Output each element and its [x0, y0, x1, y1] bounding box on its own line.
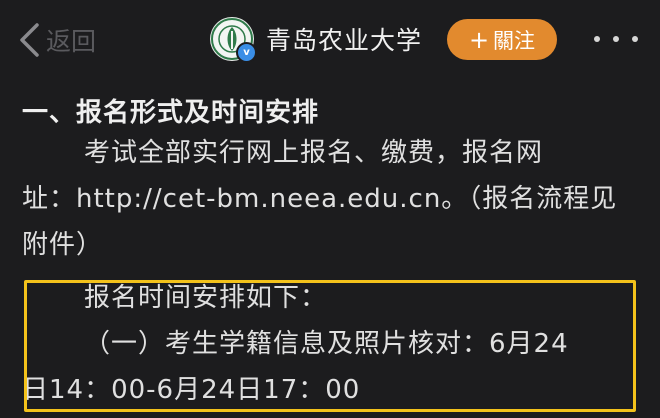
back-label: 返回 — [46, 27, 97, 56]
chevron-left-icon — [20, 23, 39, 57]
dot-icon — [632, 36, 638, 42]
verified-badge-icon: v — [236, 42, 257, 63]
registration-paragraph: 考试全部实行网上报名、缴费，报名网 址：http://cet-bm.neea.e… — [22, 130, 642, 268]
account-info[interactable]: v 青岛农业大学 — [210, 17, 423, 63]
paragraph-line: 址：http://cet-bm.neea.edu.cn。（报名流程见 — [22, 184, 618, 214]
avatar[interactable]: v — [210, 17, 257, 63]
dot-icon — [594, 36, 600, 42]
section-heading: 一、报名形式及时间安排 — [22, 98, 320, 128]
paragraph-line: 附件） — [22, 230, 104, 260]
back-button[interactable]: 返回 — [18, 20, 96, 60]
paragraph-line: 考试全部实行网上报名、缴费，报名网 — [84, 138, 544, 168]
follow-label: 關注 — [493, 28, 536, 53]
plus-icon: + — [468, 25, 490, 54]
account-name: 青岛农业大学 — [266, 26, 423, 55]
highlight-box — [24, 280, 636, 412]
follow-button[interactable]: + 關注 — [447, 19, 557, 60]
more-options-button[interactable] — [594, 30, 638, 48]
nav-header: 返回 v 青岛农业大学 + 關注 — [0, 0, 660, 78]
dot-icon — [613, 36, 619, 42]
